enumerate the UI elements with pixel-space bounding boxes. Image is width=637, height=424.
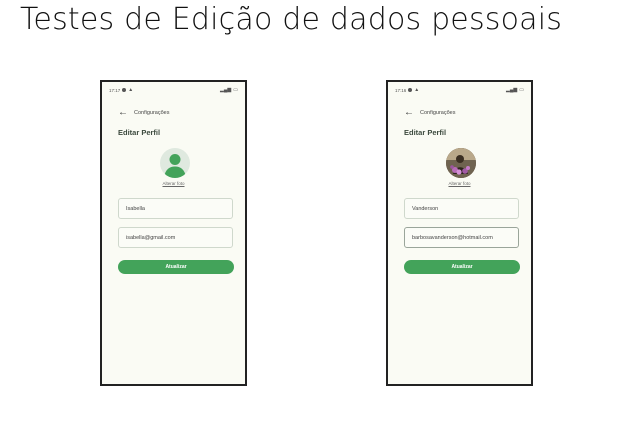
name-field[interactable]: Vanderson xyxy=(404,198,519,219)
status-time: 17:16 xyxy=(395,87,407,93)
appbar-title: Configurações xyxy=(134,110,170,116)
email-field[interactable]: isabella@gmail.com xyxy=(118,227,233,248)
back-arrow-icon[interactable]: ← xyxy=(118,108,128,118)
screen-title: Editar Perfil xyxy=(118,128,161,137)
name-value: Isabella xyxy=(126,205,145,212)
signal-icon: ▂▄▆ xyxy=(506,86,518,93)
person-placeholder-icon xyxy=(164,154,186,178)
slide-title: Testes de Edição de dados pessoais xyxy=(20,2,563,37)
battery-icon: ▭ xyxy=(233,86,238,93)
battery-icon: ▭ xyxy=(519,86,524,93)
app-bar: ← Configurações xyxy=(404,108,455,118)
app-notification-icon: ▲ xyxy=(128,86,134,93)
appbar-title: Configurações xyxy=(420,110,456,116)
email-value: isabella@gmail.com xyxy=(126,234,176,241)
email-field[interactable]: barbosavanderson@hotmail.com xyxy=(404,227,519,248)
status-bar: 17:16 ▲ ▂▄▆ ▭ xyxy=(388,86,531,94)
update-button[interactable]: Atualizar xyxy=(118,260,234,274)
signal-icon: ▂▄▆ xyxy=(220,86,232,93)
notification-icon xyxy=(122,88,127,92)
app-notification-icon: ▲ xyxy=(414,86,420,93)
app-bar: ← Configurações xyxy=(118,108,169,118)
name-value: Vanderson xyxy=(412,205,439,212)
avatar[interactable] xyxy=(446,148,476,178)
change-photo-link[interactable]: Alterar foto xyxy=(102,181,245,186)
phone-screenshot-2: 17:16 ▲ ▂▄▆ ▭ ← Configurações Editar Per… xyxy=(386,80,533,386)
screen-title: Editar Perfil xyxy=(404,128,447,137)
name-field[interactable]: Isabella xyxy=(118,198,233,219)
update-button[interactable]: Atualizar xyxy=(404,260,520,274)
profile-photo xyxy=(446,148,476,178)
status-time: 17:17 xyxy=(109,87,121,93)
back-arrow-icon[interactable]: ← xyxy=(404,108,414,118)
notification-icon xyxy=(408,88,413,92)
phone-screenshot-1: 17:17 ▲ ▂▄▆ ▭ ← Configurações Editar Per… xyxy=(100,80,247,386)
email-value: barbosavanderson@hotmail.com xyxy=(412,234,493,241)
status-bar: 17:17 ▲ ▂▄▆ ▭ xyxy=(102,86,245,94)
avatar[interactable] xyxy=(160,148,190,178)
change-photo-link[interactable]: Alterar foto xyxy=(388,181,531,186)
